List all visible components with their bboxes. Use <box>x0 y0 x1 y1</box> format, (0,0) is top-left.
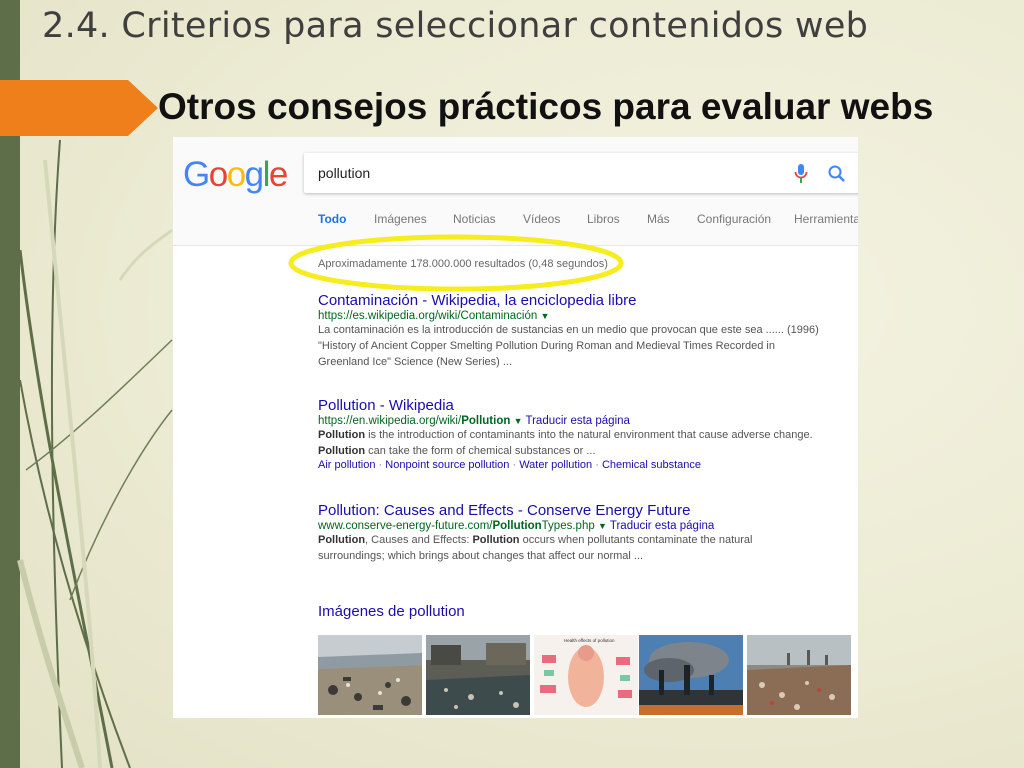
sublink-chemical[interactable]: Chemical substance <box>602 459 701 471</box>
tab-noticias[interactable]: Noticias <box>453 212 496 226</box>
tab-todo[interactable]: Todo <box>318 212 346 226</box>
result-1-title[interactable]: Contaminación - Wikipedia, la encicloped… <box>318 292 853 309</box>
result-2-sublinks: Air pollution · Nonpoint source pollutio… <box>318 459 701 471</box>
tab-herramientas[interactable]: Herramienta <box>794 212 858 226</box>
result-2-url: https://en.wikipedia.org/wiki/Pollution … <box>318 415 630 427</box>
translate-link[interactable]: Traducir esta página <box>526 415 630 427</box>
google-header: Google Todo Imágenes Noticias Vídeos Lib… <box>173 137 858 246</box>
result-1-snippet: La contaminación es la introducción de s… <box>318 324 819 368</box>
result-1-url: https://es.wikipedia.org/wiki/Contaminac… <box>318 310 550 322</box>
polluted-water-photo[interactable] <box>426 635 530 715</box>
search-icon[interactable] <box>827 164 847 184</box>
result-2-snippet: Pollution is the introduction of contami… <box>318 429 813 457</box>
beach-litter-photo[interactable] <box>318 635 422 715</box>
search-box <box>304 153 858 193</box>
translate-link[interactable]: Traducir esta página <box>610 520 714 532</box>
sublink-water-pollution[interactable]: Water pollution <box>519 459 592 471</box>
landfill-photo[interactable] <box>747 635 851 715</box>
tab-libros[interactable]: Libros <box>587 212 620 226</box>
tab-imagenes[interactable]: Imágenes <box>374 212 427 226</box>
google-results-screenshot: Google Todo Imágenes Noticias Vídeos Lib… <box>173 137 858 718</box>
result-3-title[interactable]: Pollution: Causes and Effects - Conserve… <box>318 502 853 519</box>
google-logo[interactable]: Google <box>183 155 288 195</box>
result-3-url: www.conserve-energy-future.com/Pollution… <box>318 520 715 532</box>
dropdown-caret-icon[interactable]: ▼ <box>514 416 523 426</box>
orange-arrow-shape <box>0 80 158 136</box>
dropdown-caret-icon[interactable]: ▼ <box>540 311 549 321</box>
search-result-2: Pollution - Wikipedia https://en.wikiped… <box>318 397 853 471</box>
sublink-air-pollution[interactable]: Air pollution <box>318 459 375 471</box>
microphone-icon[interactable] <box>794 163 808 185</box>
diagram-caption: Health effects of pollution <box>564 638 615 643</box>
search-input[interactable] <box>316 161 760 185</box>
tab-mas[interactable]: Más <box>647 212 670 226</box>
yellow-highlight-ellipse <box>288 234 624 292</box>
search-result-1: Contaminación - Wikipedia, la encicloped… <box>318 292 853 370</box>
result-2-title[interactable]: Pollution - Wikipedia <box>318 397 853 414</box>
health-effects-diagram[interactable]: Health effects of pollution <box>534 635 638 715</box>
result-3-snippet: Pollution, Causes and Effects: Pollution… <box>318 534 753 562</box>
slide-subtitle: Otros consejos prácticos para evaluar we… <box>158 86 934 127</box>
dropdown-caret-icon[interactable]: ▼ <box>598 521 607 531</box>
sublink-nonpoint[interactable]: Nonpoint source pollution <box>385 459 509 471</box>
images-section-heading[interactable]: Imágenes de pollution <box>318 603 465 620</box>
search-result-3: Pollution: Causes and Effects - Conserve… <box>318 502 853 564</box>
smokestacks-photo[interactable] <box>639 635 743 715</box>
tab-configuracion[interactable]: Configuración <box>697 212 771 226</box>
tab-videos[interactable]: Vídeos <box>523 212 560 226</box>
slide-title: 2.4. Criterios para seleccionar contenid… <box>42 6 869 46</box>
